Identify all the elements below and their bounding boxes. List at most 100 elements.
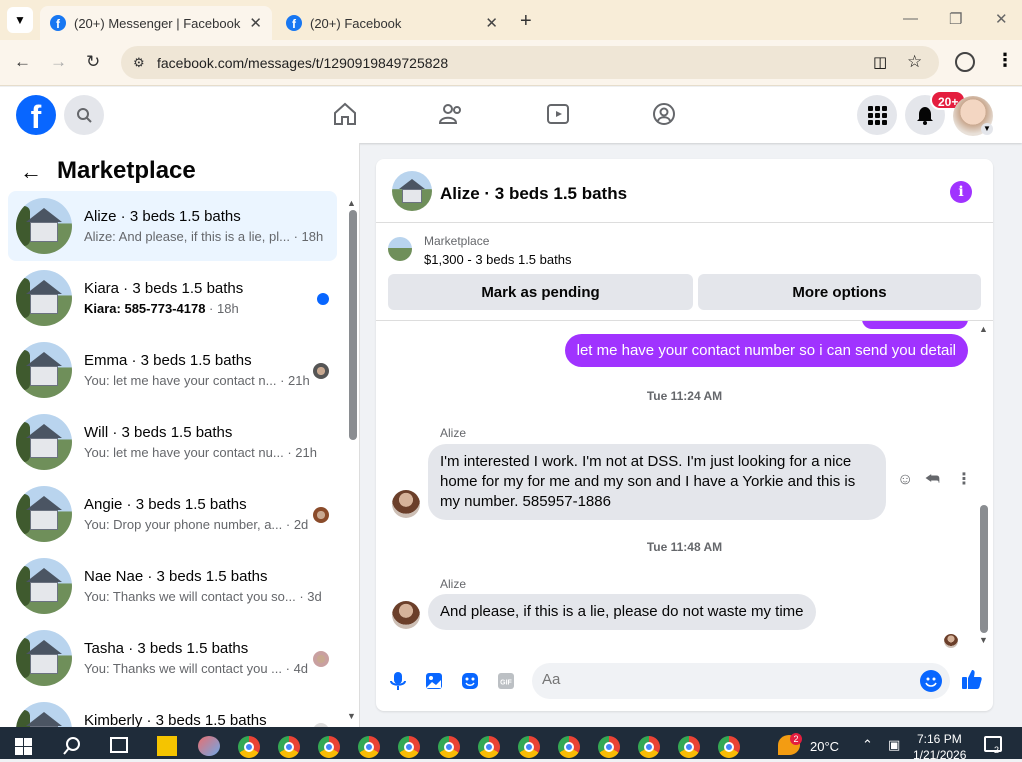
- chrome-taskbar-icon[interactable]: [398, 736, 420, 758]
- friends-icon[interactable]: [438, 101, 464, 132]
- message-composer: GIF: [376, 657, 993, 711]
- preview-time: · 18h: [293, 229, 324, 244]
- reply-icon[interactable]: ⮪: [925, 471, 940, 489]
- conversation-name: Alize · 3 beds 1.5 baths: [84, 208, 241, 225]
- sticker-icon[interactable]: [460, 671, 480, 691]
- scroll-down-icon[interactable]: ▼: [979, 635, 988, 645]
- preview-text: Kiara: 585-773-4178: [84, 301, 206, 316]
- windows-taskbar: 2 20°C ⌃ ▣ 7:16 PM 1/21/2026 2: [0, 727, 1022, 762]
- sender-avatar[interactable]: [392, 601, 420, 629]
- sender-avatar[interactable]: [392, 490, 420, 518]
- tab-search-dropdown-icon[interactable]: ▼: [7, 7, 33, 33]
- groups-icon[interactable]: [651, 101, 677, 132]
- tray-chevron-icon[interactable]: ⌃: [862, 737, 873, 753]
- preview-time: · 18h: [209, 301, 239, 316]
- chrome-taskbar-icon[interactable]: [518, 736, 540, 758]
- windows-start-icon[interactable]: [15, 738, 32, 760]
- thread-scrollbar-thumb[interactable]: [980, 505, 988, 633]
- tab-facebook[interactable]: f (20+) Facebook ✕: [276, 6, 508, 40]
- network-icon[interactable]: ▣: [888, 737, 900, 753]
- conversation-name: Emma · 3 beds 1.5 baths: [84, 352, 252, 369]
- listing-avatar[interactable]: [392, 171, 432, 211]
- sticky-notes-icon[interactable]: [157, 736, 177, 756]
- tab-title: (20+) Facebook: [310, 15, 402, 31]
- message-input-box[interactable]: [532, 663, 950, 699]
- tab-messenger[interactable]: f (20+) Messenger | Facebook ✕: [40, 6, 272, 40]
- close-window-icon[interactable]: ✕: [995, 10, 1008, 28]
- listing-price[interactable]: $1,300 - 3 beds 1.5 baths: [424, 252, 571, 267]
- chrome-taskbar-icon[interactable]: [638, 736, 660, 758]
- browser-menu-icon[interactable]: ⋮: [996, 50, 1014, 71]
- chrome-taskbar-icon[interactable]: [438, 736, 460, 758]
- close-tab-icon[interactable]: ✕: [249, 14, 262, 32]
- task-view-icon[interactable]: [110, 737, 128, 753]
- weather-temp[interactable]: 20°C: [810, 739, 839, 754]
- install-app-icon[interactable]: ◫: [873, 53, 887, 71]
- emoji-icon[interactable]: [920, 670, 942, 692]
- chrome-taskbar-icon[interactable]: [238, 736, 260, 758]
- scroll-down-icon[interactable]: ▼: [347, 711, 356, 721]
- chrome-taskbar-icon[interactable]: [718, 736, 740, 758]
- conversation-preview: You: Thanks we will contact you ... · 4d: [84, 661, 308, 676]
- bookmark-star-icon[interactable]: ☆: [907, 52, 922, 72]
- preview-time: · 4d: [285, 661, 309, 676]
- chrome-taskbar-icon[interactable]: [478, 736, 500, 758]
- conversation-item[interactable]: Kimberly · 3 beds 1.5 baths: [8, 695, 337, 727]
- scroll-up-icon[interactable]: ▲: [979, 324, 988, 334]
- chrome-taskbar-icon[interactable]: [678, 736, 700, 758]
- chat-title[interactable]: Alize · 3 beds 1.5 baths: [440, 184, 627, 204]
- scroll-up-icon[interactable]: ▲: [347, 198, 356, 208]
- more-options-button[interactable]: More options: [698, 274, 981, 310]
- reload-icon[interactable]: ↻: [86, 52, 100, 72]
- conversation-item[interactable]: Will · 3 beds 1.5 baths You: let me have …: [8, 407, 337, 477]
- message-input[interactable]: [542, 671, 912, 688]
- facebook-logo-icon[interactable]: f: [16, 95, 56, 135]
- list-scrollbar-thumb[interactable]: [349, 210, 357, 440]
- photo-icon[interactable]: [424, 671, 444, 691]
- site-settings-icon[interactable]: ⚙: [133, 55, 145, 71]
- mark-as-pending-button[interactable]: Mark as pending: [388, 274, 693, 310]
- chrome-taskbar-icon[interactable]: [358, 736, 380, 758]
- account-chevron-icon[interactable]: ▼: [981, 123, 993, 135]
- browser-toolbar: ← → ↻ ⚙ facebook.com/messages/t/12909198…: [0, 40, 1022, 86]
- conversation-item[interactable]: Angie · 3 beds 1.5 baths You: Drop your p…: [8, 479, 337, 549]
- chrome-taskbar-icon[interactable]: [598, 736, 620, 758]
- listing-thumbnail[interactable]: [388, 237, 412, 261]
- paint-icon[interactable]: [198, 736, 220, 756]
- info-icon[interactable]: i: [950, 181, 972, 203]
- address-bar[interactable]: ⚙ facebook.com/messages/t/12909198497258…: [121, 46, 939, 79]
- video-icon[interactable]: [545, 101, 571, 132]
- conversation-item[interactable]: Alize · 3 beds 1.5 baths Alize: And pleas…: [8, 191, 337, 261]
- chrome-taskbar-icon[interactable]: [278, 736, 300, 758]
- react-emoji-icon[interactable]: ☺: [897, 471, 913, 489]
- conversation-item[interactable]: Emma · 3 beds 1.5 baths You: let me have …: [8, 335, 337, 405]
- conversation-item[interactable]: Nae Nae · 3 beds 1.5 baths You: Thanks we…: [8, 551, 337, 621]
- chrome-taskbar-icon[interactable]: [558, 736, 580, 758]
- profile-icon[interactable]: [955, 52, 975, 72]
- chat-panel: Alize · 3 beds 1.5 baths i Marketplace $…: [376, 159, 993, 711]
- message-more-icon[interactable]: ⋮: [956, 469, 972, 489]
- url-text[interactable]: facebook.com/messages/t/1290919849725828: [157, 55, 448, 71]
- notification-center-icon[interactable]: [984, 736, 1002, 752]
- minimize-icon[interactable]: —: [903, 10, 918, 27]
- conversation-item[interactable]: Tasha · 3 beds 1.5 baths You: Thanks we w…: [8, 623, 337, 693]
- forward-icon[interactable]: →: [50, 52, 67, 72]
- clock-time[interactable]: 7:16 PM: [917, 732, 962, 746]
- search-icon[interactable]: [64, 95, 104, 135]
- marketplace-listing-card: Marketplace $1,300 - 3 beds 1.5 baths Ma…: [376, 223, 993, 321]
- thumbs-up-icon[interactable]: [960, 667, 984, 691]
- back-icon[interactable]: ←: [14, 52, 31, 72]
- search-icon[interactable]: [62, 736, 82, 761]
- clock-date[interactable]: 1/21/2026: [913, 748, 966, 762]
- home-icon[interactable]: [332, 101, 358, 132]
- restore-icon[interactable]: ❐: [949, 10, 962, 28]
- svg-text:GIF: GIF: [500, 680, 512, 687]
- back-arrow-icon[interactable]: ←: [20, 159, 42, 185]
- chrome-taskbar-icon[interactable]: [318, 736, 340, 758]
- close-tab-icon[interactable]: ✕: [485, 14, 498, 32]
- gif-icon[interactable]: GIF: [496, 671, 516, 691]
- new-tab-icon[interactable]: +: [520, 10, 532, 33]
- microphone-icon[interactable]: [388, 671, 408, 691]
- conversation-item[interactable]: Kiara · 3 beds 1.5 baths Kiara: 585-773-4…: [8, 263, 337, 333]
- menu-grid-icon[interactable]: [857, 95, 897, 135]
